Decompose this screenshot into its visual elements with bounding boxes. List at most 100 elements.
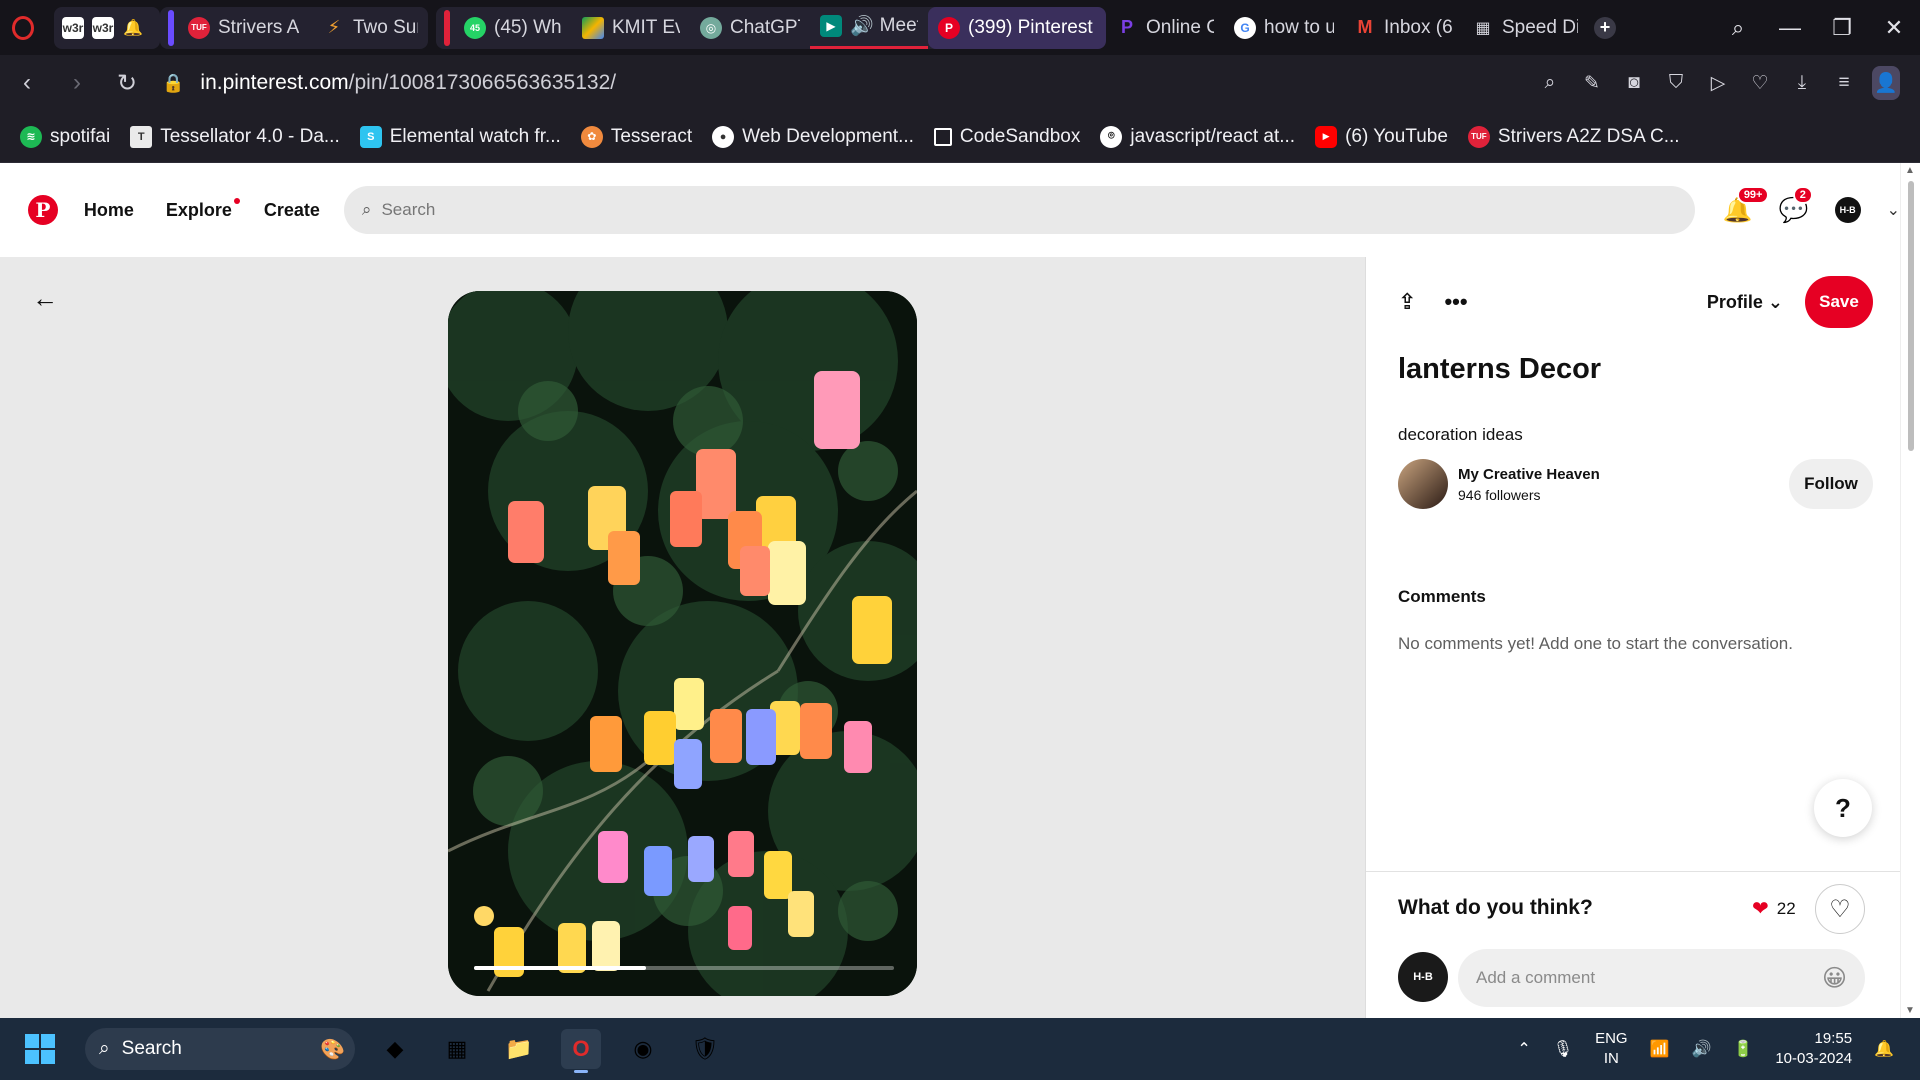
clock[interactable]: 19:55 10-03-2024 — [1775, 1029, 1852, 1069]
security-shield-icon[interactable]: 🛡 — [685, 1029, 725, 1069]
edit-icon[interactable]: ✎ — [1578, 72, 1606, 95]
file-explorer-icon[interactable]: 📁 — [499, 1029, 539, 1069]
scroll-down-icon[interactable]: ▼ — [1905, 1005, 1915, 1016]
bookmark-codesandbox[interactable]: CodeSandbox — [933, 126, 1080, 148]
camera-icon[interactable]: ◙ — [1620, 72, 1648, 94]
tab-google[interactable]: G how to ur — [1224, 7, 1344, 49]
windows-start-icon[interactable] — [25, 1034, 55, 1064]
video-progress-track[interactable] — [474, 966, 894, 970]
grid-icon: ▦ — [1475, 19, 1491, 37]
bell-icon[interactable]: 🔔 — [122, 17, 144, 39]
help-button[interactable]: ? — [1814, 779, 1872, 837]
minimize-icon[interactable]: — — [1764, 15, 1816, 41]
wifi-icon[interactable]: 📶 — [1650, 1039, 1670, 1059]
new-tab-button[interactable]: + — [1588, 7, 1630, 49]
chrome-icon[interactable]: ◉ — [623, 1029, 663, 1069]
tab-whatsapp[interactable]: 45 (45) What — [454, 7, 572, 49]
board-select-dropdown[interactable]: Profile ⌄ — [1707, 292, 1783, 313]
comment-input[interactable]: Add a comment 😀 — [1458, 949, 1865, 1007]
tab-speed-dial[interactable]: ▦ Speed Dia — [1462, 7, 1588, 49]
header-icons: 🔔 99+ 💬 2 H-B ⌄ — [1723, 185, 1900, 225]
volume-icon[interactable]: 🔊 — [1692, 1039, 1712, 1059]
heart-icon[interactable]: ♡ — [1746, 72, 1774, 95]
tab-two-sum[interactable]: ⚡ Two Sum — [313, 7, 428, 49]
notifications-button[interactable]: 🔔 99+ — [1723, 185, 1770, 225]
restore-icon[interactable]: ❐ — [1816, 15, 1868, 41]
search-tabs-icon[interactable]: ⌕ — [1712, 15, 1764, 41]
user-avatar[interactable]: H-B — [1834, 197, 1861, 223]
w3r-icon[interactable]: w3r — [62, 16, 84, 39]
reaction-summary[interactable]: ❤ 22 — [1752, 896, 1796, 921]
pinterest-search-input[interactable]: ⌕ Search — [343, 186, 1695, 234]
bookmark-tesseract[interactable]: ✿ Tesseract — [580, 125, 692, 148]
tab-pinterest[interactable]: P (399) Pinterest — [928, 6, 1106, 49]
url-field[interactable]: 🔒 in.pinterest.com /pin/1008173066563635… — [152, 71, 1536, 95]
bookmark-elemental[interactable]: S Elemental watch fr... — [359, 125, 561, 148]
pin-video[interactable] — [448, 291, 917, 996]
address-tools: ⌕ ✎ ◙ ⛉ ▷ ♡ ⤓ ≡ 👤 — [1536, 66, 1920, 100]
pinterest-icon: P — [938, 16, 960, 39]
opera-menu-button[interactable] — [0, 7, 54, 49]
tuf-icon: TUF — [1467, 125, 1490, 148]
reload-icon[interactable]: ↻ — [102, 69, 152, 98]
bookmark-github[interactable]: ⌾ javascript/react at... — [1100, 125, 1295, 148]
tab-kmit[interactable]: KMIT Ever — [572, 7, 690, 49]
bookmark-strivers[interactable]: TUF Strivers A2Z DSA C... — [1467, 125, 1680, 148]
search-icon: ⌕ — [361, 200, 372, 219]
pinterest-logo-icon[interactable]: P — [28, 195, 58, 225]
scroll-up-icon[interactable]: ▲ — [1905, 165, 1915, 176]
lang-region: IN — [1603, 1050, 1619, 1067]
microphone-icon[interactable]: 🎙 — [1553, 1039, 1573, 1059]
back-arrow-icon[interactable]: ← — [32, 283, 58, 314]
heart-icon: ❤ — [1752, 898, 1769, 920]
scroll-thumb[interactable] — [1908, 181, 1914, 451]
bookmark-youtube[interactable]: ▶ (6) YouTube — [1315, 125, 1448, 148]
messages-button[interactable]: 💬 2 — [1779, 185, 1813, 225]
more-options-icon[interactable]: ••• — [1444, 289, 1467, 315]
back-icon[interactable]: ‹ — [2, 69, 52, 97]
bookmark-label: Strivers A2Z DSA C... — [1497, 125, 1680, 147]
nav-home[interactable]: Home — [84, 200, 134, 221]
lens-icon[interactable]: ⌕ — [1536, 72, 1564, 94]
profile-icon[interactable]: 👤 — [1872, 66, 1900, 100]
nav-explore[interactable]: Explore — [166, 197, 240, 221]
send-icon[interactable]: ▷ — [1704, 72, 1732, 95]
share-icon[interactable]: ⇪ — [1398, 289, 1416, 315]
notification-bell-icon[interactable]: 🔔 — [1874, 1039, 1894, 1059]
react-button[interactable]: ♡ — [1815, 884, 1865, 934]
emoji-icon[interactable]: 😀 — [1822, 964, 1847, 993]
tab-online-cpp[interactable]: P Online C+ — [1106, 7, 1224, 49]
opera-icon[interactable]: O — [561, 1029, 601, 1073]
codesandbox-icon — [933, 127, 952, 146]
tab-gmail[interactable]: M Inbox (60 — [1344, 7, 1462, 49]
follow-button[interactable]: Follow — [1789, 459, 1873, 509]
save-button[interactable]: Save — [1805, 276, 1873, 328]
taskbar-search[interactable]: ⌕ Search 🎨 — [85, 1028, 355, 1070]
bookmark-web-dev[interactable]: ● Web Development... — [712, 125, 914, 148]
creator-name[interactable]: My Creative Heaven — [1458, 466, 1600, 483]
easy-setup-icon[interactable]: ≡ — [1830, 72, 1858, 94]
creator-avatar[interactable] — [1398, 459, 1448, 509]
nav-create[interactable]: Create — [264, 200, 320, 221]
bookmark-spotifai[interactable]: ≋ spotifai — [20, 125, 110, 148]
download-icon[interactable]: ⤓ — [1788, 72, 1816, 94]
shield-icon[interactable]: ⛉ — [1662, 72, 1690, 94]
bookmark-tessellator[interactable]: T Tessellator 4.0 - Da... — [130, 125, 340, 148]
chevron-down-icon[interactable]: ⌄ — [1887, 200, 1900, 220]
calculator-icon[interactable]: ▦ — [437, 1029, 477, 1069]
url-host: in.pinterest.com — [200, 71, 349, 94]
close-icon[interactable]: ✕ — [1868, 15, 1920, 41]
battery-icon[interactable]: 🔋 — [1733, 1039, 1753, 1059]
language-indicator[interactable]: ENG IN — [1595, 1029, 1628, 1069]
page-scrollbar[interactable]: ▲ ▼ — [1900, 163, 1920, 1018]
w3r-icon[interactable]: w3r — [92, 16, 114, 39]
tab-strivers[interactable]: TUF Strivers A — [178, 7, 313, 49]
chevron-up-icon[interactable]: ⌃ — [1517, 1039, 1530, 1059]
running-indicator — [574, 1070, 588, 1073]
pin-title: lanterns Decor — [1398, 353, 1602, 385]
copilot-icon[interactable]: ◆ — [375, 1029, 415, 1069]
tab-chatgpt[interactable]: ◎ ChatGPT — [690, 7, 810, 49]
forward-icon[interactable]: › — [52, 69, 102, 97]
tab-meet[interactable]: ▶ 🔊 Meet — [810, 7, 928, 49]
tab-group-red: 45 (45) What KMIT Ever ◎ ChatGPT ▶ 🔊 Mee… — [436, 6, 1106, 49]
